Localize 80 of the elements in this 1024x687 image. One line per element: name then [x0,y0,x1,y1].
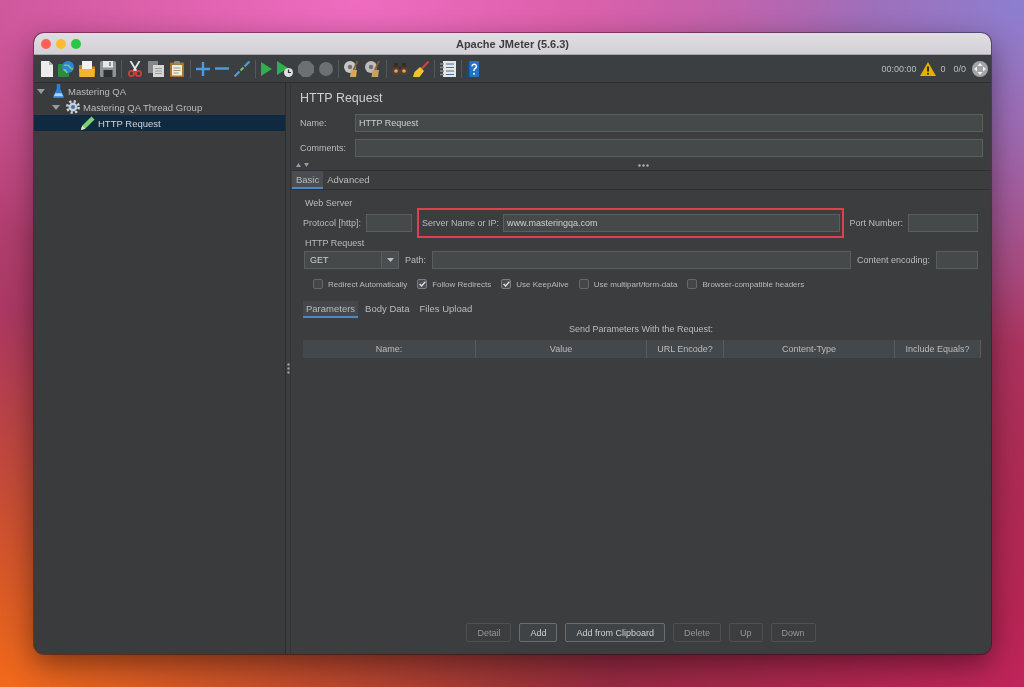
circle-icon[interactable] [319,61,333,76]
thread-count: 0/0 [953,63,966,74]
split-arrows-icon[interactable] [296,163,309,167]
comments-field[interactable] [355,139,983,157]
group-title: HTTP Request [305,238,365,248]
checkbox[interactable] [578,279,589,289]
checkmark-icon [418,281,426,287]
stop-icon[interactable] [298,60,314,77]
group-title: Web Server [305,198,353,208]
elapsed-time: 00:00:00 [881,63,917,74]
warning-count: 0 [940,63,946,74]
path-field[interactable] [432,251,851,269]
broom-icon[interactable] [413,60,429,77]
column-header: Name: [303,340,476,358]
column-header: Value [476,340,647,358]
checkbox-label[interactable]: Use multipart/form-data [593,279,678,289]
checkbox-label[interactable]: Redirect Automatically [328,279,408,289]
caret-down-icon[interactable] [52,104,60,110]
gear-broom-icon[interactable] [344,60,360,77]
checkbox[interactable] [501,279,512,289]
copy-icon[interactable] [148,60,164,77]
tab[interactable]: Advanced [323,171,374,189]
column-header: URL Encode? [647,340,724,358]
table-caption: Send Parameters With the Request: [568,323,714,335]
gear-icon [66,100,80,114]
blank-page-icon[interactable] [41,60,53,77]
close-button[interactable] [41,38,51,49]
tab[interactable]: Parameters [303,301,359,318]
plus-icon[interactable] [196,61,210,76]
checkbox[interactable] [687,279,698,289]
tab[interactable]: Basic [292,171,324,189]
pencil-icon [81,116,95,130]
field-label: Port Number: [849,218,903,228]
field-label: Path: [405,255,426,265]
play-timer-icon[interactable] [277,60,293,77]
column-header: Content-Type [724,340,895,358]
field-label: Name: [300,118,328,128]
gear-broom-icon[interactable] [365,60,381,77]
clipboard-icon[interactable] [169,60,185,77]
checkbox-label[interactable]: Browser-compatible headers [702,279,805,289]
caret-down-icon[interactable] [386,258,394,262]
tab[interactable]: Body Data [362,301,413,318]
caret-down-icon[interactable] [37,88,45,94]
checkbox[interactable] [417,279,428,289]
method-dropdown[interactable]: GET [304,251,399,269]
action-button[interactable]: Add [519,623,558,642]
warning-icon[interactable] [920,61,937,76]
field-label: Content encoding: [856,255,930,265]
checkbox-label[interactable]: Use KeepAlive [516,279,569,289]
field-label: Comments: [300,143,347,153]
checkbox-label[interactable]: Follow Redirects [432,279,492,289]
grip-dots-icon[interactable] [286,363,290,374]
encoding-field[interactable] [936,251,978,269]
diagonal-lines-icon[interactable] [234,60,250,77]
tree-item[interactable]: Mastering QA [34,83,285,99]
column-header: Include Equals? [895,340,981,358]
flask-icon [52,84,64,98]
panel-title: HTTP Request [300,90,383,106]
port-field[interactable] [908,214,978,232]
action-button[interactable]: Add from Clipboard [565,623,665,642]
tree-item[interactable]: Mastering QA Thread Group [34,99,285,115]
checkmark-icon [502,281,510,287]
window-title: Apache JMeter (5.6.3) [455,37,570,50]
scissors-icon[interactable] [127,60,143,77]
play-icon[interactable] [261,61,272,76]
list-icon[interactable] [440,60,456,77]
name-field[interactable]: HTTP Request [355,114,983,132]
tree-item[interactable]: HTTP Request [34,115,285,131]
move-arrows-icon[interactable] [972,60,988,77]
grip-dots-icon[interactable] [638,163,649,167]
field-label: Server Name or IP: [422,218,500,228]
tab[interactable]: Files Upload [416,301,476,318]
server-name-field[interactable]: www.masteringqa.com [503,214,841,232]
protocol-field[interactable] [366,214,413,232]
help-icon[interactable] [467,60,479,77]
folder-icon[interactable] [79,60,95,77]
field-label: Protocol [http]: [303,218,362,228]
checkbox[interactable] [313,279,323,289]
binoculars-icon[interactable] [392,62,408,75]
globe-book-icon[interactable] [58,60,74,77]
